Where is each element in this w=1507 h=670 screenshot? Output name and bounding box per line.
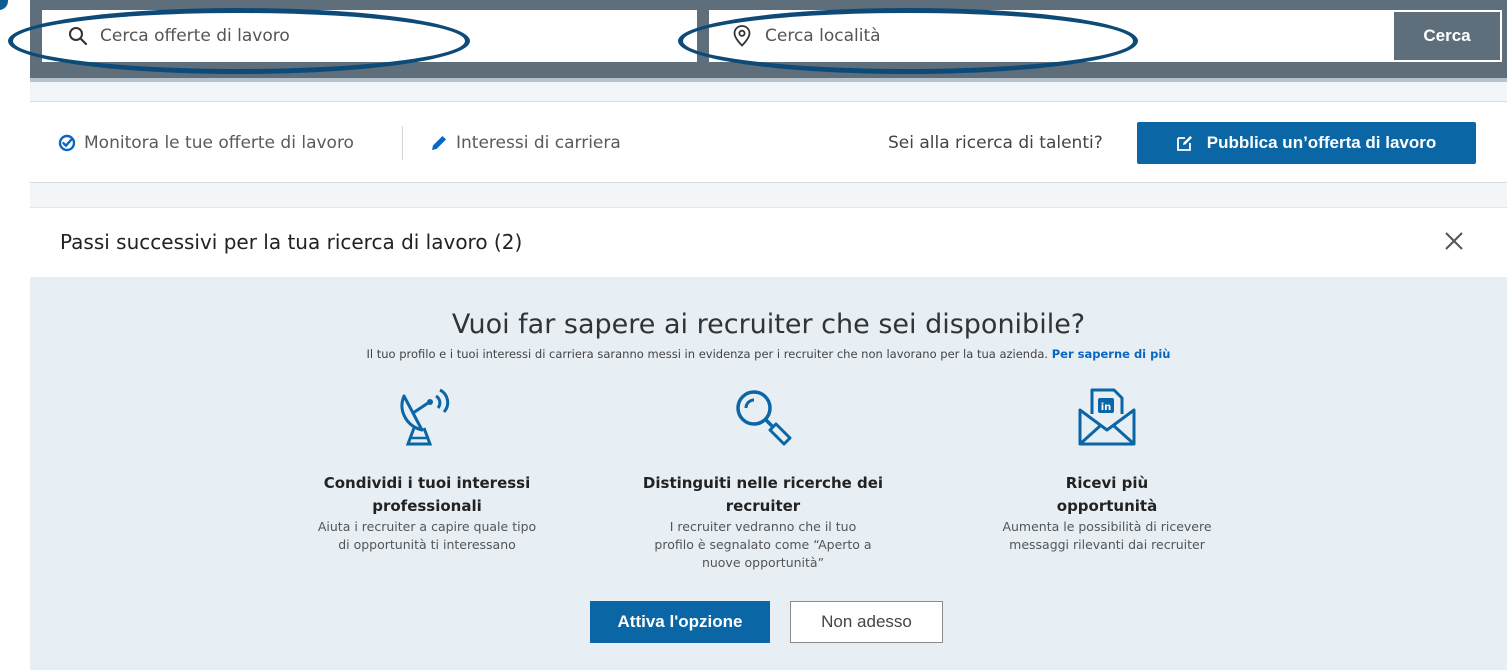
promo-description: Il tuo profilo e i tuoi interessi di car… [30,347,1507,361]
next-steps-header: Passi successivi per la tua ricerca di l… [30,207,1507,277]
feature-description: Aumenta le possibilità di ricevere messa… [1002,519,1212,552]
page-edge [0,0,30,670]
track-jobs-label: Monitora le tue offerte di lavoro [84,133,354,153]
annotation-ellipse-location-search [678,8,1138,74]
open-to-recruiters-card: Vuoi far sapere ai recruiter che sei dis… [30,277,1507,670]
track-jobs-link[interactable]: Monitora le tue offerte di lavoro [58,133,354,153]
talent-question: Sei alla ricerca di talenti? [888,133,1103,153]
feature-stand-out: Distinguiti nelle ricerche dei recruiter… [613,385,913,572]
feature-title: Distinguiti nelle ricerche dei recruiter [642,474,884,515]
check-circle-icon [58,134,76,152]
feature-description: I recruiter vedranno che il tuo profilo … [654,519,872,570]
learn-more-link[interactable]: Per saperne di più [1052,347,1171,361]
feature-share-interests: Condividi i tuoi interessi professionali… [277,385,577,554]
feature-title: Ricevi più opportunità [1056,474,1158,515]
nav-divider [402,126,403,160]
satellite-dish-icon [277,385,577,449]
linkedin-envelope-icon: in [957,385,1257,449]
pencil-icon [430,134,448,152]
feature-title: Condividi i tuoi interessi professionali [323,474,531,515]
jobs-nav-bar: Monitora le tue offerte di lavoro Intere… [30,101,1507,183]
career-interests-label: Interessi di carriera [456,133,621,153]
edit-square-icon [1176,135,1193,151]
post-job-button[interactable]: Pubblica un’offerta di lavoro [1137,122,1476,164]
magnifier-icon [613,385,913,449]
post-job-label: Pubblica un’offerta di lavoro [1206,133,1437,152]
promo-description-text: Il tuo profilo e i tuoi interessi di car… [366,347,1049,361]
next-steps-title: Passi successivi per la tua ricerca di l… [60,230,523,254]
promo-title: Vuoi far sapere ai recruiter che sei dis… [451,309,1086,340]
svg-text:in: in [1101,402,1112,413]
activate-option-button[interactable]: Attiva l'opzione [590,601,770,643]
career-interests-link[interactable]: Interessi di carriera [430,133,621,153]
search-button[interactable]: Cerca [1392,10,1502,62]
close-icon[interactable] [1443,230,1467,254]
feature-description: Aiuta i recruiter a capire quale tipo di… [317,519,537,552]
feature-more-opportunities: in Ricevi più opportunità Aumenta le pos… [957,385,1257,554]
annotation-ellipse-job-search [8,8,470,74]
not-now-button[interactable]: Non adesso [790,601,943,643]
